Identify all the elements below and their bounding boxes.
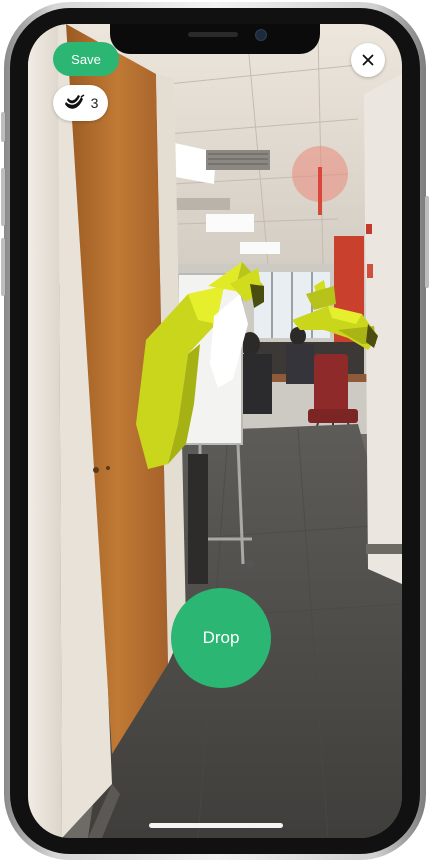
ar-camera-feed [28, 24, 402, 838]
banana-count-value: 3 [90, 95, 99, 111]
power-button [425, 196, 429, 288]
close-icon [362, 54, 374, 66]
ar-camera-screen[interactable]: Save 3 Drop [28, 24, 402, 838]
mute-switch [1, 112, 5, 142]
iphone-device-frame: Save 3 Drop [0, 0, 430, 862]
home-indicator[interactable] [149, 823, 283, 828]
front-camera [255, 29, 267, 41]
banana-icon [64, 94, 85, 109]
save-button[interactable]: Save [53, 42, 119, 76]
close-button[interactable] [351, 43, 385, 77]
device-notch [110, 24, 320, 54]
volume-up-button [1, 168, 5, 226]
banana-count-badge: 3 [53, 85, 108, 121]
volume-down-button [1, 238, 5, 296]
drop-button[interactable]: Drop [171, 588, 271, 688]
earpiece-speaker [188, 32, 238, 37]
